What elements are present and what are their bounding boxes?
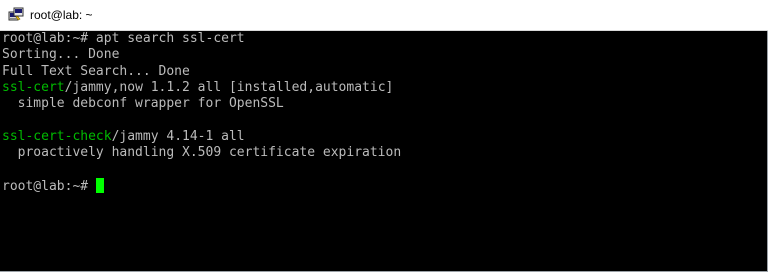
window-title: root@lab: ~: [30, 8, 93, 22]
package-description-1: simple debconf wrapper for OpenSSL: [2, 96, 284, 112]
package-name: ssl-cert-check: [2, 128, 112, 144]
title-bar[interactable]: root@lab: ~: [0, 0, 768, 31]
output-fulltext: Full Text Search... Done: [2, 63, 190, 79]
package-details: /jammy 4.14-1 all: [111, 128, 245, 144]
package-line-2: ssl-cert-check/jammy 4.14-1 all: [2, 129, 768, 145]
package-details: /jammy,now 1.1.2 all [installed,automati…: [64, 79, 394, 95]
package-description-2: proactively handling X.509 certificate e…: [2, 145, 402, 161]
package-line-1: ssl-cert/jammy,now 1.1.2 all [installed,…: [2, 80, 768, 96]
putty-terminal-icon[interactable]: [8, 7, 24, 23]
terminal-window: root@lab: ~ root@lab:~# apt search ssl-c…: [0, 0, 768, 272]
prompt: root@lab:~#: [2, 31, 96, 46]
command-text: apt search ssl-cert: [95, 31, 245, 46]
command-line: root@lab:~# apt search ssl-cert: [2, 31, 768, 47]
package-name: ssl-cert: [2, 79, 65, 95]
prompt-line[interactable]: root@lab:~#: [2, 177, 768, 194]
terminal-screen[interactable]: root@lab:~# apt search ssl-cert Sorting.…: [0, 31, 768, 272]
text-cursor: [95, 177, 104, 193]
output-sorting: Sorting... Done: [2, 47, 120, 63]
prompt: root@lab:~#: [2, 178, 96, 194]
